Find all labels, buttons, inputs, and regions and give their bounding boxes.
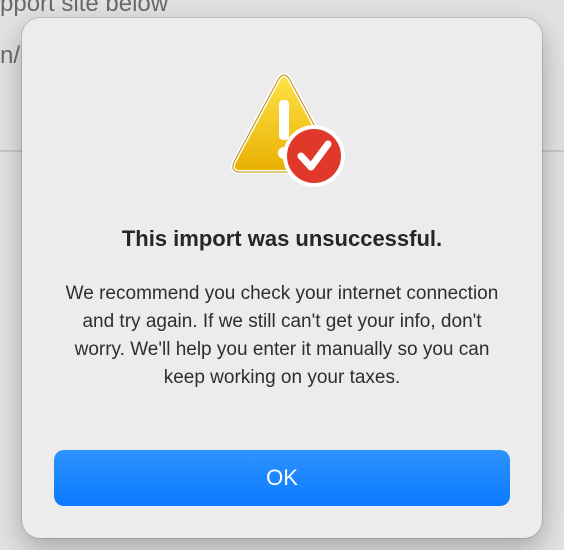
dialog-message: We recommend you check your internet con… [65, 283, 499, 388]
dialog-title: This import was unsuccessful. [121, 226, 443, 251]
background-text-line-2: n/ [0, 42, 21, 69]
alert-dialog: This import was unsuccessful. We recomme… [22, 18, 542, 538]
ok-button[interactable]: OK [54, 450, 510, 506]
warning-check-icon [222, 70, 352, 190]
background-text-line-1: pport site below [0, 0, 169, 17]
